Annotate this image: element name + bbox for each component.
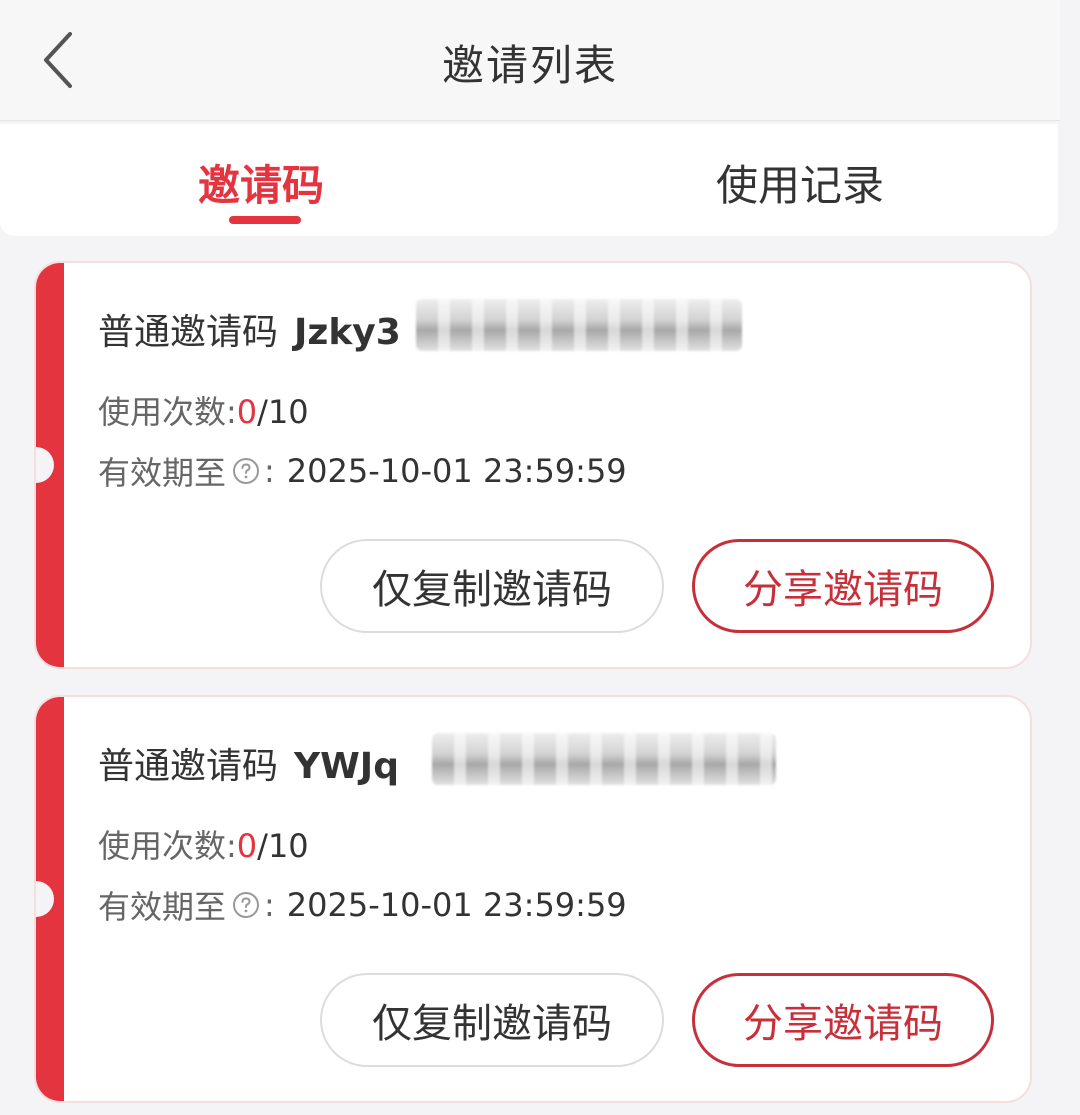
invite-code-value: YWJq	[294, 746, 399, 787]
usage-total: /10	[257, 393, 309, 431]
expire-value: 2025-10-01 23:59:59	[286, 452, 627, 490]
redacted-code-mask	[432, 733, 776, 785]
copy-code-button[interactable]: 仅复制邀请码	[320, 539, 664, 633]
expire-label: 有效期至	[98, 454, 227, 492]
copy-code-button[interactable]: 仅复制邀请码	[320, 973, 664, 1067]
tab-bar: 邀请码 使用记录	[0, 124, 1058, 236]
question-circle-icon[interactable]	[232, 891, 260, 919]
tab-invite-codes[interactable]: 邀请码	[198, 152, 324, 213]
expire-colon: :	[264, 886, 275, 924]
expire-date: 有效期至 : 2025-10-01 23:59:59	[98, 882, 627, 928]
invite-code-value: Jzky3	[294, 312, 401, 353]
expire-date: 有效期至 : 2025-10-01 23:59:59	[98, 448, 627, 494]
active-tab-indicator	[229, 216, 301, 224]
question-circle-icon[interactable]	[232, 457, 260, 485]
usage-total: /10	[257, 827, 309, 865]
usage-count: 使用次数:0/10	[98, 387, 309, 433]
invite-code-type: 普通邀请码	[98, 746, 279, 787]
invite-card: 普通邀请码 Jzky3 使用次数:0/10 有效期至 : 2025-10-01 2…	[34, 261, 1032, 669]
invite-card: 普通邀请码 YWJq 使用次数:0/10 有效期至 : 2025-10-01 23…	[34, 695, 1032, 1103]
usage-used: 0	[236, 393, 258, 431]
share-code-button[interactable]: 分享邀请码	[692, 973, 994, 1067]
share-code-button[interactable]: 分享邀请码	[692, 539, 994, 633]
usage-used: 0	[236, 827, 258, 865]
redacted-code-mask	[416, 299, 742, 351]
invite-code-line: 普通邀请码 YWJq	[98, 737, 399, 789]
tab-usage-records[interactable]: 使用记录	[716, 152, 884, 213]
expire-value: 2025-10-01 23:59:59	[286, 886, 627, 924]
usage-label: 使用次数:	[98, 393, 237, 431]
usage-count: 使用次数:0/10	[98, 821, 309, 867]
invite-code-type: 普通邀请码	[98, 312, 279, 353]
page-title: 邀请列表	[441, 41, 618, 90]
expire-colon: :	[264, 452, 275, 490]
invite-code-line: 普通邀请码 Jzky3	[98, 303, 401, 355]
usage-label: 使用次数:	[98, 827, 237, 865]
expire-label: 有效期至	[98, 888, 227, 926]
nav-bar: 邀请列表	[0, 0, 1060, 121]
